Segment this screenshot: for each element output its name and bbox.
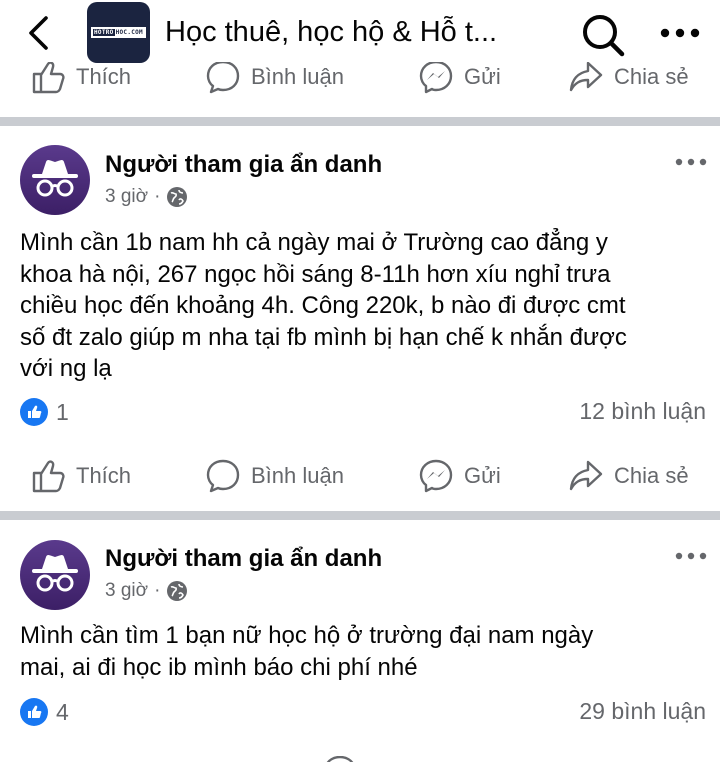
meta-separator: · [154,186,161,207]
anonymous-avatar[interactable] [20,540,90,610]
messenger-icon [419,459,453,493]
post-options-icon[interactable] [674,550,708,562]
share-button[interactable]: Chia sẻ [568,62,689,98]
post-divider [0,117,720,126]
comment-button[interactable]: Bình luận [205,62,344,98]
post-author[interactable]: Người tham gia ẩn danh [105,150,382,180]
share-label: Chia sẻ [614,463,689,488]
group-title[interactable]: Học thuê, học hộ & Hỗ t... [165,14,497,50]
post-options-icon[interactable] [674,156,708,168]
post-divider [0,511,720,520]
group-logo[interactable]: HOTRO HOC.COM [87,2,150,63]
share-label: Chia sẻ [614,64,689,89]
previous-post-action-bar: Thích Bình luận Gửi Chia sẻ [0,62,720,98]
post-meta: 3 giờ · [105,186,188,208]
top-bar: HOTRO HOC.COM Học thuê, học hộ & Hỗ t... [0,0,720,68]
share-icon [569,62,603,92]
logo-text-hoccom: HOC.COM [115,29,143,36]
comment-button[interactable]: Bình luận [205,453,344,499]
back-arrow-icon[interactable] [22,14,58,52]
send-label: Gửi [464,463,501,488]
reaction-summary[interactable]: 4 [20,698,69,726]
search-icon[interactable] [580,12,626,58]
post-meta: 3 giờ · [105,580,188,602]
post-time[interactable]: 3 giờ [105,580,148,602]
post-body-line: khoa hà nội, 267 ngọc hồi sáng 8-11h hơn… [20,260,611,288]
comment-label: Bình luận [251,64,344,89]
post-body-line: Mình cần tìm 1 bạn nữ học hộ ở trường đạ… [20,622,594,649]
comment-count[interactable]: 29 bình luận [579,698,706,725]
like-button[interactable]: Thích [30,453,131,499]
post-body-line: số đt zalo giúp m nha tại fb mình bị hạn… [20,323,627,351]
like-icon [32,460,65,493]
like-button[interactable]: Thích [30,62,131,98]
post-body-line: chiều học đến khoảng 4h. Công 220k, b nà… [20,292,626,319]
comment-icon [206,62,240,94]
share-icon [569,460,603,491]
messenger-icon [419,62,453,94]
like-reaction-icon [20,698,48,726]
incognito-icon [20,540,90,610]
send-button[interactable]: Gửi [418,453,501,499]
like-label: Thích [76,463,132,488]
comment-icon [206,459,240,493]
post-body: Mình cần 1b nam hh cả ngày mai ở Trường … [20,227,710,385]
post-time[interactable]: 3 giờ [105,186,148,208]
like-count: 1 [56,398,69,425]
post-body: Mình cần tìm 1 bạn nữ học hộ ở trường đạ… [20,620,710,683]
send-button[interactable]: Gửi [418,62,501,98]
anonymous-avatar[interactable] [20,145,90,215]
share-button[interactable]: Chia sẻ [568,453,689,499]
incognito-icon [20,145,90,215]
comment-label: Bình luận [251,463,344,488]
send-label: Gửi [464,64,501,89]
comment-count[interactable]: 12 bình luận [579,398,706,425]
like-reaction-icon [20,398,48,426]
more-options-icon[interactable] [658,20,702,46]
globe-icon [167,187,188,207]
like-label: Thích [76,64,132,89]
post-body-line: mai, ai đi học ib mình báo chi phí nhé [20,653,418,681]
meta-separator: · [154,580,161,601]
like-icon [32,62,65,94]
like-count: 4 [56,698,69,725]
post-body-line: Mình cần 1b nam hh cả ngày mai ở Trường … [20,229,608,256]
post-action-bar: Thích Bình luận Gửi Chia sẻ [0,453,720,499]
logo-text-hotro: HOTRO [93,29,115,36]
reaction-summary[interactable]: 1 [20,398,69,426]
post-author[interactable]: Người tham gia ẩn danh [105,544,382,574]
post-body-line: với ng lạ [20,355,112,382]
comment-icon-cropped [326,756,354,762]
post-action-bar-cropped [0,752,720,762]
globe-icon [167,581,188,601]
